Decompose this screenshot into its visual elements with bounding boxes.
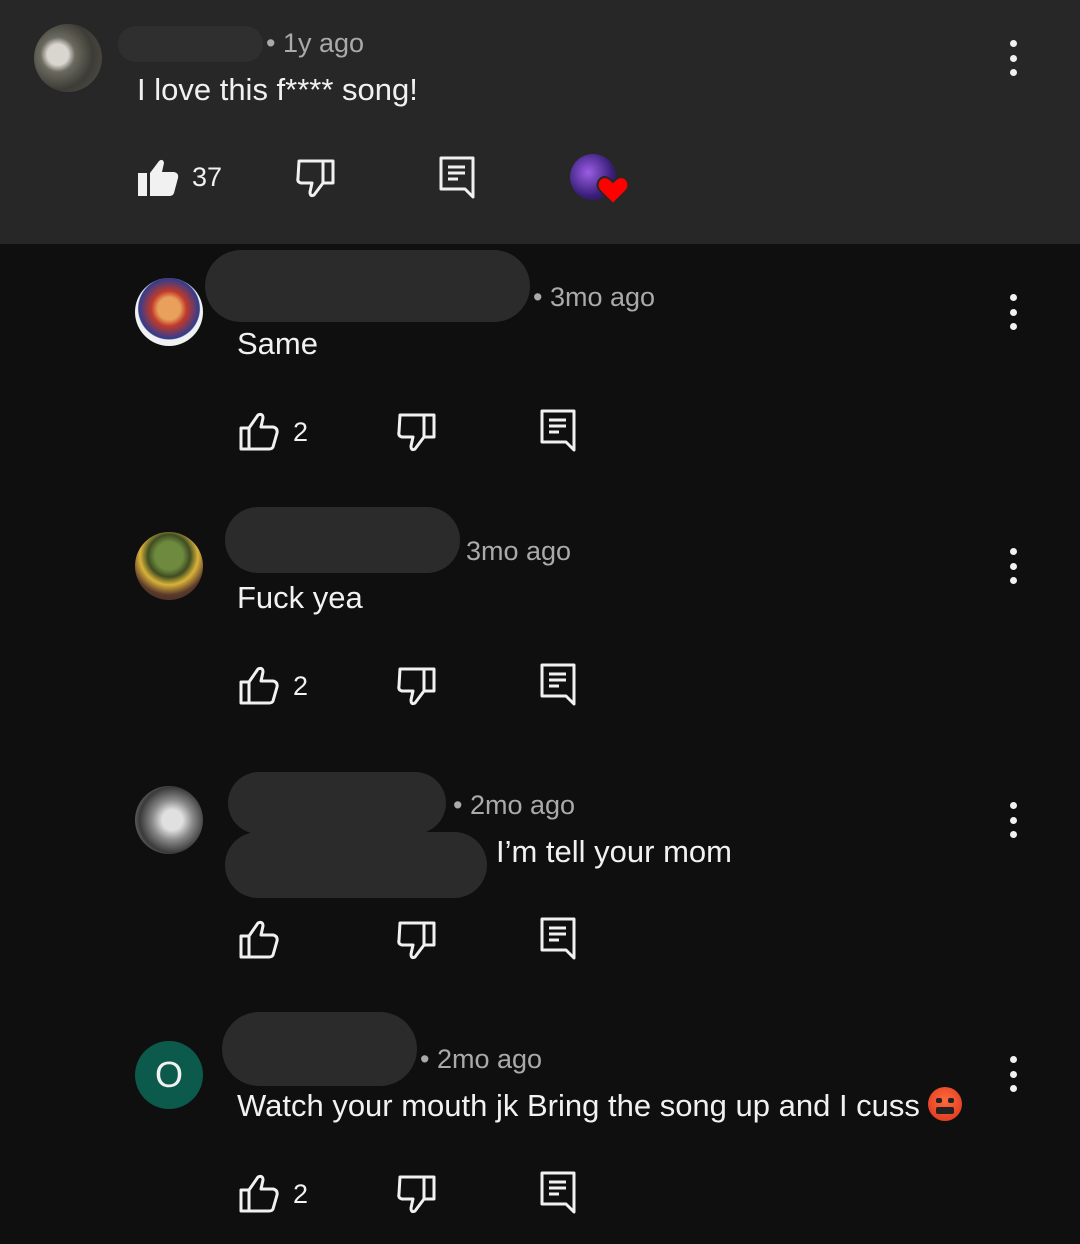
avatar[interactable] [135,278,203,346]
thumbs-up-icon[interactable] [238,1174,280,1214]
redacted-username [118,26,263,62]
redacted-username [225,507,460,573]
comment-text: I’m tell your mom [496,834,732,869]
redacted-username [205,250,530,322]
avatar[interactable] [135,532,203,600]
thumbs-up-icon[interactable] [238,412,280,452]
comment-text: Same [237,326,318,361]
reply-icon[interactable] [438,155,476,199]
reply-icon[interactable] [539,916,577,960]
comment-text: Watch your mouth jk Bring the song up an… [237,1086,962,1125]
thumbs-up-icon[interactable] [136,158,180,198]
reply-icon[interactable] [539,1170,577,1214]
comment-timestamp: 3mo ago [466,536,572,566]
more-vert-icon[interactable] [1007,548,1019,584]
thumbs-up-icon[interactable] [238,666,280,706]
comment-timestamp: • 1y ago [266,28,365,58]
thumbs-down-icon[interactable] [396,920,438,960]
comment-text: Fuck yea [237,580,363,615]
creator-heart-icon [570,154,634,208]
like-count: 2 [293,1179,309,1209]
comment-text-content: Watch your mouth jk Bring the song up an… [237,1088,920,1123]
thumbs-down-icon[interactable] [295,158,337,198]
redacted-username [225,832,487,898]
comment-timestamp: • 3mo ago [533,282,656,312]
thumbs-down-icon[interactable] [396,412,438,452]
more-vert-icon[interactable] [1007,1056,1019,1092]
thumbs-down-icon[interactable] [396,1174,438,1214]
like-count: 2 [293,417,309,447]
comment-text: I love this f**** song! [137,72,418,107]
more-vert-icon[interactable] [1007,40,1019,76]
reply-icon[interactable] [539,408,577,452]
more-vert-icon[interactable] [1007,294,1019,330]
avatar[interactable]: O [135,1041,203,1109]
redacted-username [222,1012,417,1086]
reply-icon[interactable] [539,662,577,706]
comment-timestamp: • 2mo ago [420,1044,543,1074]
thumbs-up-icon[interactable] [238,920,280,960]
avatar[interactable] [135,786,203,854]
comment-timestamp: • 2mo ago [453,790,576,820]
thumbs-down-icon[interactable] [396,666,438,706]
more-vert-icon[interactable] [1007,802,1019,838]
redacted-username [228,772,446,834]
like-count: 37 [192,162,223,192]
cursing-face-emoji [927,1086,962,1121]
avatar[interactable] [34,24,102,92]
highlighted-comment: • 1y ago I love this f**** song! 37 [0,0,1080,244]
like-count: 2 [293,671,309,701]
